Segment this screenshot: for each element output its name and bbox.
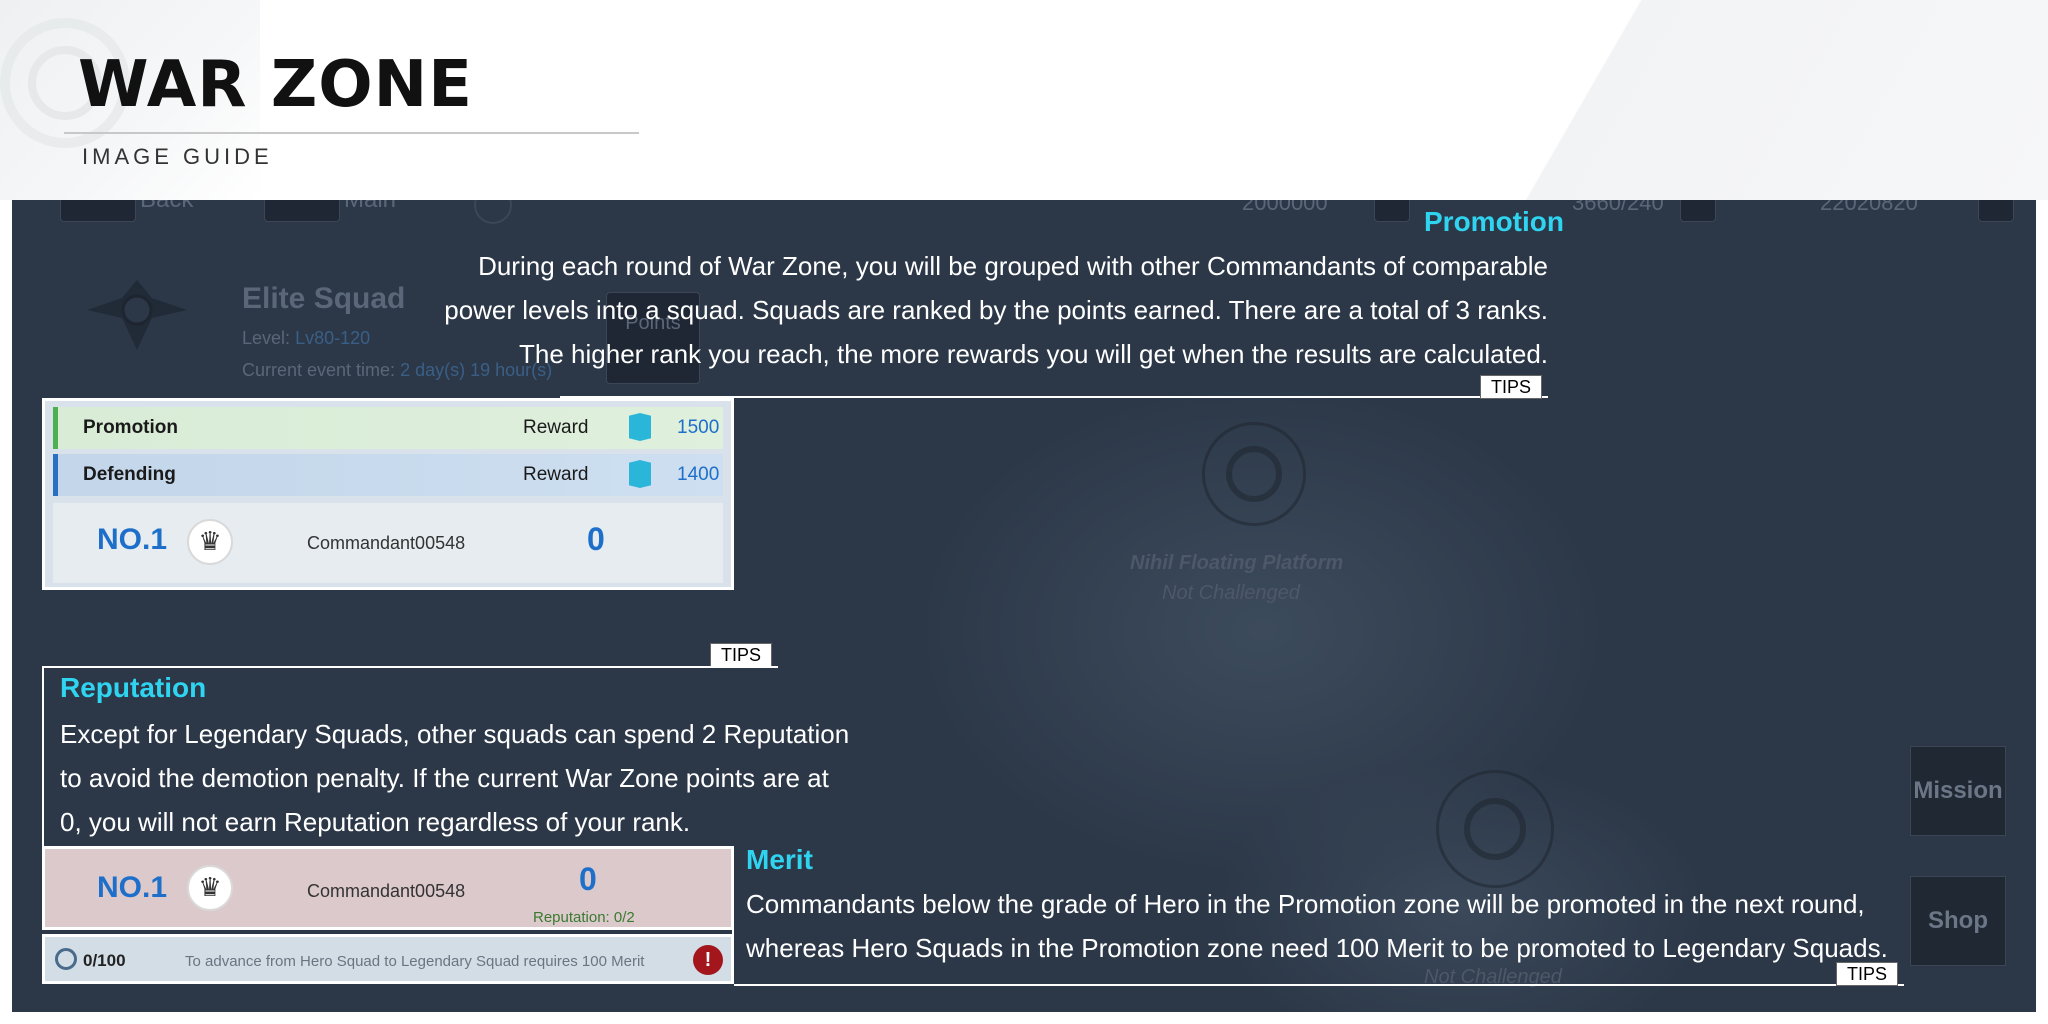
defending-row-label: Defending [83, 464, 176, 485]
merit-tip-line-2: whereas Hero Squads in the Promotion zon… [746, 933, 1888, 963]
level-value: Lv80-120 [295, 328, 371, 348]
promotion-reward-label: Reward [523, 417, 589, 438]
defending-reward-label: Reward [523, 464, 589, 485]
promotion-tip-title: Promotion [1424, 206, 1564, 237]
reputation-tip-text: Except for Legendary Squads, other squad… [60, 712, 880, 844]
promotion-tip-text: During each round of War Zone, you will … [360, 244, 1548, 376]
currency-1: 2000000 [1242, 200, 1328, 215]
merit-tip-line-1: Commandants below the grade of Hero in t… [746, 889, 1865, 919]
reputation-tip-side-line [42, 666, 44, 848]
promotion-row-label: Promotion [83, 417, 178, 438]
points-score: 0 [587, 521, 605, 557]
add-currency-2-button[interactable] [1680, 200, 1716, 222]
reputation-points-score: 0 [579, 861, 597, 897]
promotion-tip-line-2: power levels into a squad. Squads are ra… [444, 295, 1548, 325]
merit-icon [55, 948, 77, 970]
merit-tip-connector [734, 984, 1904, 986]
reputation-tip-connector [42, 666, 778, 668]
mission-button[interactable]: Mission [1910, 746, 2006, 836]
reputation-rank-number: NO.1 [97, 871, 168, 904]
reputation-tip-line-2: to avoid the demotion penalty. If the cu… [60, 763, 829, 793]
title-divider [64, 132, 639, 134]
reputation-tip-line-3: 0, you will not earn Reputation regardle… [60, 807, 691, 837]
back-label: Back [140, 200, 193, 214]
rank-number: NO.1 [97, 523, 168, 556]
merit-tip-side-line [732, 846, 734, 984]
commandant-avatar: ♛ [187, 519, 233, 565]
guide-header: WAR ZONE IMAGE GUIDE [0, 0, 2048, 200]
reputation-tips-tag: TIPS [710, 643, 773, 667]
reputation-commandant-name: Commandant00548 [307, 881, 466, 901]
reputation-commandant-avatar: ♛ [187, 865, 233, 911]
page-subtitle: IMAGE GUIDE [82, 144, 273, 169]
back-button[interactable] [60, 200, 136, 222]
page-title: WAR ZONE [78, 48, 473, 122]
map-node-name: Nihil Floating Platform [1130, 552, 1344, 574]
commandant-name: Commandant00548 [307, 533, 466, 553]
merit-message: To advance from Hero Squad to Legendary … [185, 953, 645, 970]
merit-tips-tag: TIPS [1836, 962, 1899, 986]
reputation-count: Reputation: 0/2 [533, 909, 635, 926]
map-node-status: Not Challenged [1162, 582, 1300, 604]
promotion-row: Promotion Reward 1500 [53, 407, 723, 449]
rank-entry: NO.1 ♛ Commandant00548 0 [53, 503, 723, 583]
shop-button[interactable]: Shop [1910, 876, 2006, 966]
header-decoration-right [1320, 0, 2048, 200]
add-currency-1-button[interactable] [1374, 200, 1410, 222]
home-button[interactable] [264, 200, 340, 222]
promotion-tips-tag: TIPS [1480, 375, 1543, 399]
reward-token-icon [629, 413, 651, 441]
currency-3: 22020820 [1820, 200, 1918, 215]
merit-bar: 0/100 To advance from Hero Squad to Lege… [42, 934, 734, 984]
map-node-2-core-icon [1464, 798, 1526, 860]
promotion-tip-line-3: The higher rank you reach, the more rewa… [519, 339, 1548, 369]
alert-icon[interactable]: ! [693, 945, 723, 975]
squad-emblem-icon [82, 270, 192, 360]
reputation-tip-line-1: Except for Legendary Squads, other squad… [60, 719, 850, 749]
merit-tip-text: Commandants below the grade of Hero in t… [746, 882, 1906, 970]
promotion-reward-value: 1500 [677, 417, 720, 438]
settings-icon[interactable] [474, 200, 512, 224]
promotion-indicator [53, 407, 58, 449]
defending-indicator [53, 454, 58, 496]
promotion-tip-line-1: During each round of War Zone, you will … [478, 251, 1548, 281]
defending-row: Defending Reward 1400 [53, 454, 723, 496]
map-node-core-icon [1226, 446, 1282, 502]
defending-reward-value: 1400 [677, 464, 720, 485]
level-label: Level: [242, 328, 291, 348]
merit-tip-title: Merit [746, 844, 813, 875]
main-label: Main [344, 200, 396, 214]
reputation-tip-title: Reputation [60, 672, 207, 703]
add-currency-3-button[interactable] [1978, 200, 2014, 222]
merit-progress: 0/100 [83, 951, 126, 970]
reputation-panel: NO.1 ♛ Commandant00548 0 Reputation: 0/2 [42, 846, 734, 930]
rank-panel: Promotion Reward 1500 Defending Reward 1… [42, 398, 734, 590]
reward-token-icon [629, 460, 651, 488]
currency-2: 3660/240 [1572, 200, 1664, 215]
